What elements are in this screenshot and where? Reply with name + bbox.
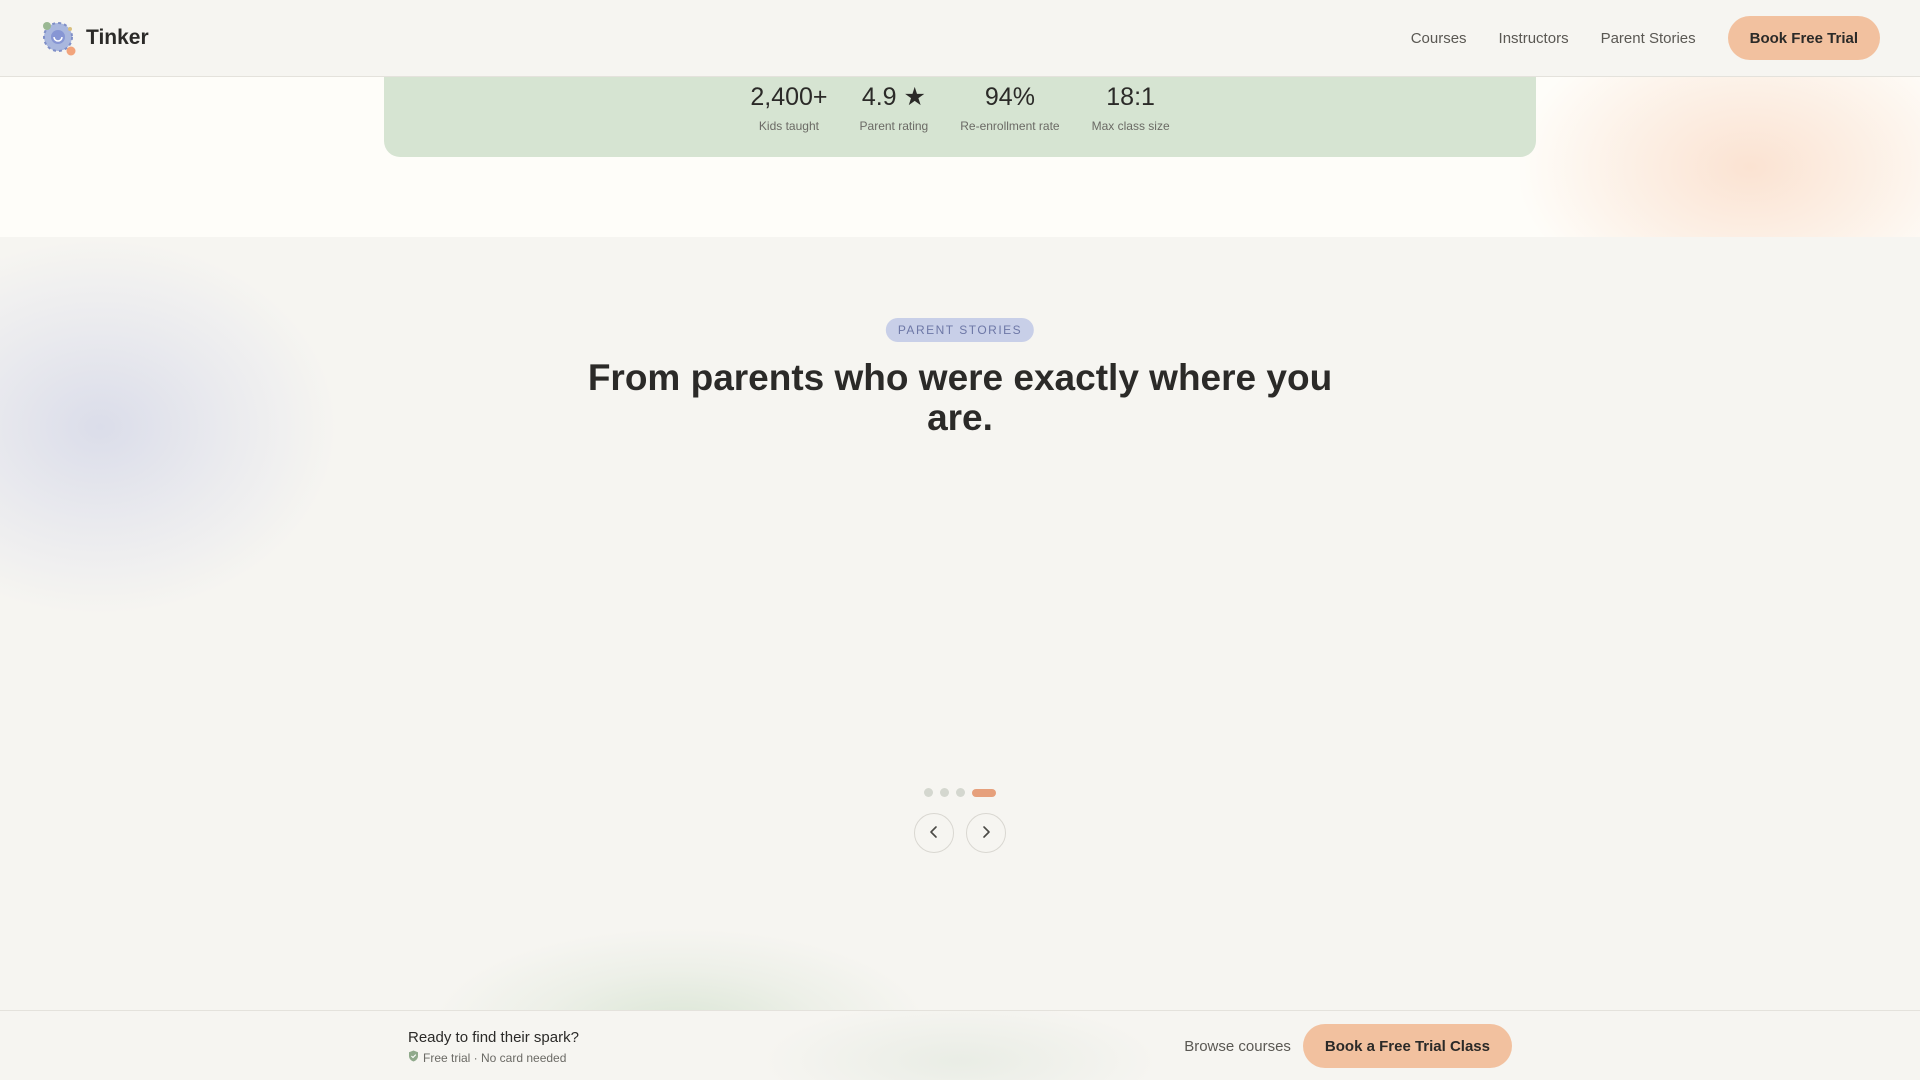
- book-free-trial-button[interactable]: Book Free Trial: [1727, 16, 1880, 60]
- carousel-next-button[interactable]: [966, 813, 1006, 853]
- chevron-left-icon: [927, 825, 941, 842]
- stat-label: Max class size: [1091, 119, 1170, 133]
- carousel-prev-button[interactable]: [914, 813, 954, 853]
- stat-value: 2,400+: [750, 83, 828, 111]
- stat-value: 94%: [984, 83, 1035, 111]
- stat-value: 18:1: [1106, 83, 1155, 111]
- chevron-right-icon: [979, 825, 993, 842]
- book-free-trial-class-button[interactable]: Book a Free Trial Class: [1302, 1024, 1512, 1068]
- sticky-cta-bar: Ready to find their spark? Free trial · …: [0, 1010, 1920, 1080]
- carousel-dots: [924, 788, 996, 797]
- decorative-glow: [1520, 77, 1920, 237]
- section-eyebrow: PARENT STORIES: [885, 318, 1035, 342]
- section-heading: From parents who were exactly where you …: [587, 357, 1333, 438]
- nav-courses[interactable]: Courses: [1411, 30, 1467, 47]
- stat-re-enrollment: 94% Re-enrollment rate: [960, 81, 1059, 157]
- nav-instructors[interactable]: Instructors: [1499, 30, 1569, 47]
- stat-label: Parent rating: [859, 119, 929, 133]
- shield-check-icon: [408, 1050, 419, 1065]
- nav-parent-stories[interactable]: Parent Stories: [1601, 30, 1696, 47]
- hero-band: 2,400+ Kids taught 4.9 ★ Parent rating 9…: [0, 77, 1920, 237]
- carousel-dot-1[interactable]: [924, 788, 933, 797]
- stat-label: Kids taught: [758, 119, 819, 133]
- cta-subtitle: Free trial · No card needed: [423, 1050, 567, 1065]
- cta-subtitle-row: Free trial · No card needed: [408, 1050, 579, 1065]
- cta-text: Ready to find their spark? Free trial · …: [408, 1029, 579, 1065]
- browse-courses-link[interactable]: Browse courses: [1184, 1038, 1291, 1055]
- carousel-controls: [914, 813, 1006, 853]
- stats-card: 2,400+ Kids taught 4.9 ★ Parent rating 9…: [384, 77, 1536, 157]
- page: Tinker Courses Instructors Parent Storie…: [0, 0, 1920, 1080]
- carousel-dot-4[interactable]: [972, 788, 996, 797]
- parent-stories-section: PARENT STORIES From parents who were exa…: [0, 237, 1920, 1010]
- decorative-blob: [0, 237, 340, 617]
- brand[interactable]: Tinker: [40, 19, 149, 57]
- stat-kids-taught: 2,400+ Kids taught: [750, 81, 827, 157]
- stat-parent-rating: 4.9 ★ Parent rating: [860, 81, 929, 157]
- cta-title: Ready to find their spark?: [408, 1029, 579, 1046]
- carousel-dot-2[interactable]: [940, 788, 949, 797]
- stat-value: 4.9 ★: [861, 83, 926, 111]
- tinker-logo-icon: [40, 19, 78, 57]
- carousel-dot-3[interactable]: [956, 788, 965, 797]
- decorative-blob: [760, 1011, 1160, 1080]
- cta-actions: Browse courses Book a Free Trial Class: [1184, 1024, 1512, 1068]
- stat-label: Re-enrollment rate: [960, 119, 1060, 133]
- main-nav: Courses Instructors Parent Stories Book …: [1411, 16, 1880, 60]
- stat-class-size: 18:1 Max class size: [1092, 81, 1170, 157]
- decorative-blob: [430, 927, 930, 1010]
- site-header: Tinker Courses Instructors Parent Storie…: [0, 0, 1920, 77]
- brand-name: Tinker: [86, 26, 149, 49]
